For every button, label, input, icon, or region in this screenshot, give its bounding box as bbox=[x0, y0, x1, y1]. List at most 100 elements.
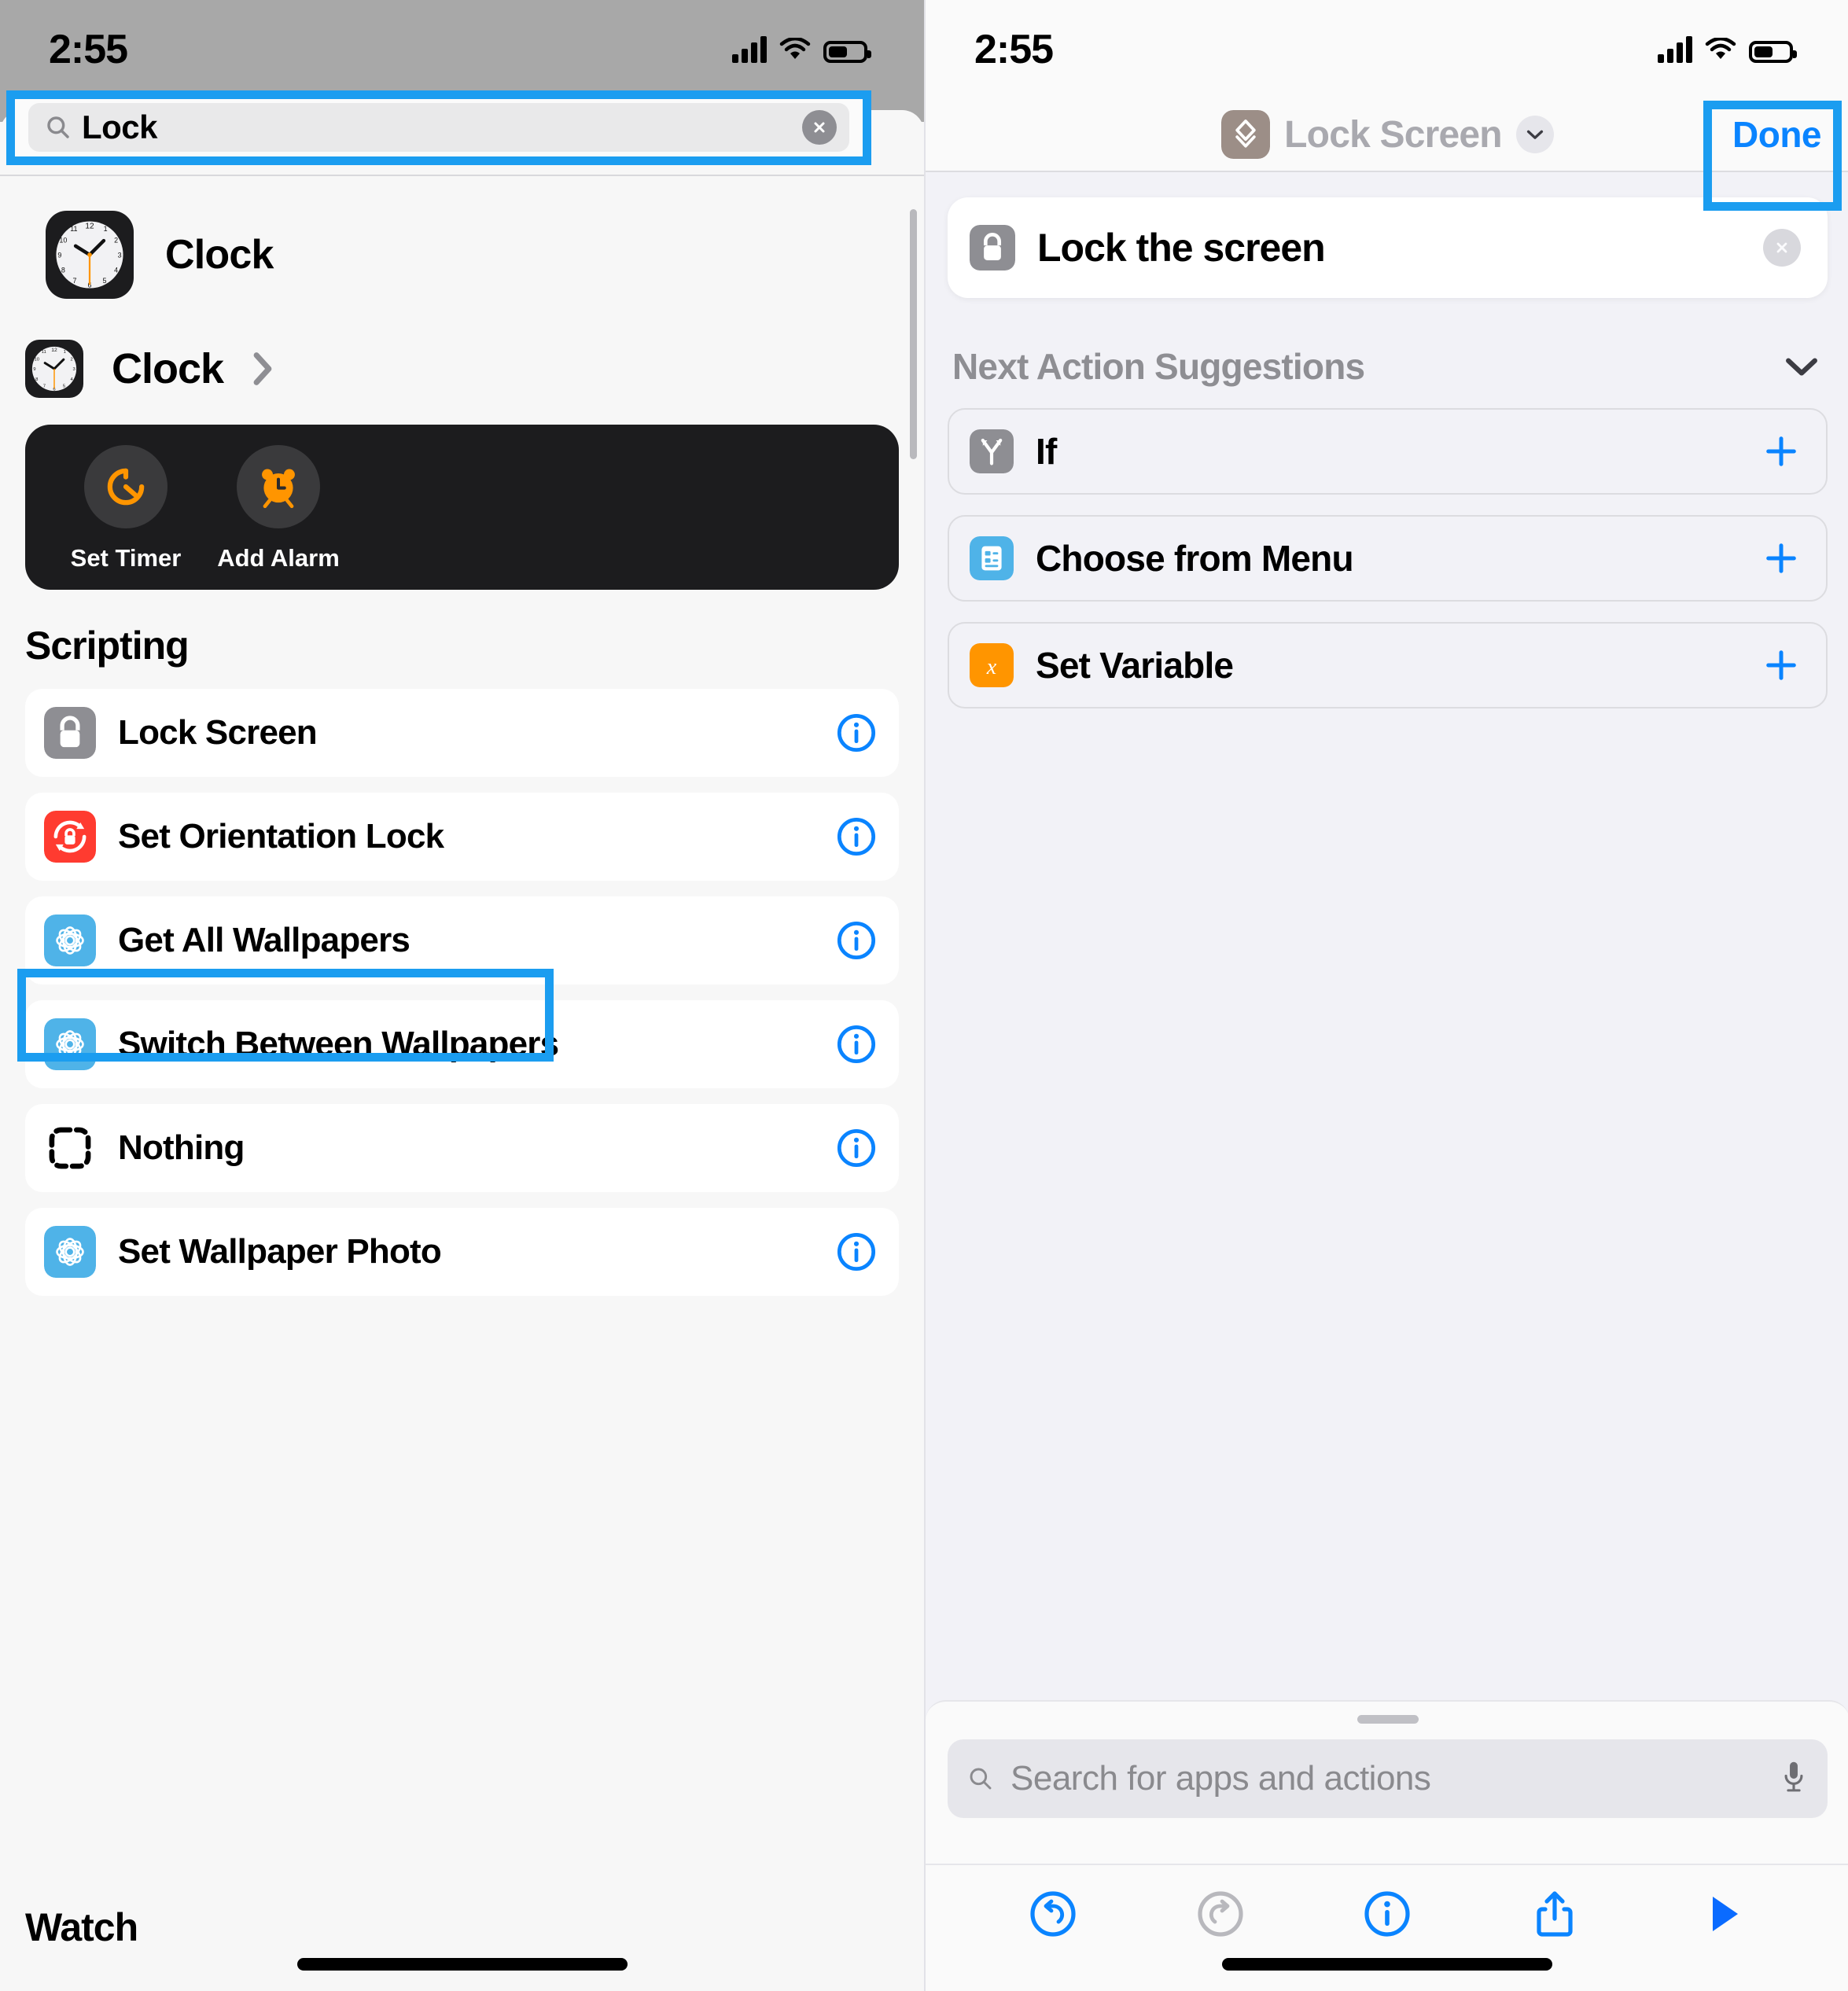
status-icons bbox=[1658, 35, 1797, 63]
list-item-get-all-wallpapers[interactable]: Get All Wallpapers bbox=[25, 896, 899, 984]
play-icon[interactable] bbox=[1697, 1889, 1747, 1939]
wifi-icon bbox=[1705, 37, 1736, 59]
quick-action-label: Add Alarm bbox=[217, 544, 340, 572]
search-results-list: 12 11 10 9 8 7 6 5 4 3 2 1 Clock 12 11 1… bbox=[0, 176, 924, 1991]
library-search-input[interactable]: Search for apps and actions bbox=[948, 1739, 1828, 1818]
shortcut-title: Lock Screen bbox=[1284, 113, 1502, 156]
next-action-suggestions-header[interactable]: Next Action Suggestions bbox=[926, 298, 1848, 388]
list-item-nothing[interactable]: Nothing bbox=[25, 1104, 899, 1192]
clock-app-icon: 12 11 10 9 8 7 6 5 4 3 2 1 bbox=[46, 211, 134, 299]
svg-text:10: 10 bbox=[59, 236, 67, 244]
alarm-clock-icon bbox=[262, 469, 295, 509]
editor-toolbar bbox=[926, 1864, 1848, 1991]
left-phone-screen: 2:55 Lock 12 11 10 9 8 7 6 5 4 3 2 1 Clo… bbox=[0, 0, 924, 1991]
app-search-result[interactable]: 12 11 10 9 8 7 6 5 4 3 2 1 Clock bbox=[0, 176, 924, 299]
branch-icon bbox=[970, 429, 1014, 473]
info-circle-icon[interactable] bbox=[836, 1128, 877, 1168]
list-item-label: Get All Wallpapers bbox=[118, 921, 410, 959]
share-icon[interactable] bbox=[1530, 1889, 1580, 1939]
wifi-icon bbox=[779, 37, 811, 59]
home-indicator bbox=[1221, 1958, 1552, 1971]
svg-text:12: 12 bbox=[51, 348, 57, 353]
svg-text:9: 9 bbox=[33, 367, 35, 372]
quick-action-icon-bg bbox=[237, 445, 320, 528]
cellular-bars-icon bbox=[732, 35, 767, 63]
navigation-bar: Lock Screen Done bbox=[926, 98, 1848, 171]
action-card-lock-the-screen[interactable]: Lock the screen bbox=[948, 197, 1828, 298]
lock-icon bbox=[44, 707, 96, 759]
battery-icon bbox=[1749, 40, 1797, 63]
quick-action-add-alarm[interactable]: Add Alarm bbox=[217, 445, 340, 572]
info-circle-icon[interactable] bbox=[1362, 1889, 1412, 1939]
suggestion-row-if[interactable]: If bbox=[948, 408, 1828, 495]
svg-text:4: 4 bbox=[114, 266, 118, 274]
plus-icon[interactable] bbox=[1763, 647, 1799, 683]
right-phone-screen: 2:55 Lock Screen Done Lock the screen Ne… bbox=[924, 0, 1848, 1991]
section-title-scripting: Scripting bbox=[25, 624, 190, 668]
shortcut-title-group[interactable]: Lock Screen bbox=[1221, 110, 1554, 159]
info-circle-icon[interactable] bbox=[836, 920, 877, 961]
list-item-label: Set Orientation Lock bbox=[118, 817, 444, 856]
dashed-square-icon bbox=[49, 1127, 91, 1169]
app-category-header[interactable]: 12 11 10 9 8 7 6 5 4 3 2 1 Clock bbox=[0, 299, 924, 398]
library-search-placeholder: Search for apps and actions bbox=[1011, 1759, 1431, 1798]
battery-icon bbox=[823, 40, 871, 63]
svg-text:7: 7 bbox=[72, 277, 76, 285]
redo-icon bbox=[1198, 1891, 1243, 1937]
svg-text:1: 1 bbox=[104, 225, 108, 233]
svg-text:5: 5 bbox=[103, 277, 107, 285]
list-item-set-wallpaper-photo[interactable]: Set Wallpaper Photo bbox=[25, 1208, 899, 1296]
info-circle-icon[interactable] bbox=[836, 816, 877, 857]
search-input-value: Lock bbox=[82, 109, 158, 145]
clear-search-button[interactable] bbox=[802, 110, 837, 145]
clock-app-icon: 12 11 10 9 8 7 6 5 4 3 2 1 bbox=[25, 340, 83, 398]
info-circle-icon[interactable] bbox=[836, 712, 877, 753]
svg-text:7: 7 bbox=[43, 385, 46, 389]
variable-x-icon: x bbox=[970, 643, 1014, 687]
plus-icon[interactable] bbox=[1763, 540, 1799, 576]
chevron-down-icon bbox=[1526, 130, 1543, 139]
list-item-set-orientation-lock[interactable]: Set Orientation Lock bbox=[25, 793, 899, 881]
section-title-watch: Watch bbox=[25, 1905, 138, 1949]
status-time: 2:55 bbox=[974, 26, 1054, 72]
shortcut-stack-icon bbox=[1221, 110, 1271, 159]
home-indicator bbox=[296, 1958, 628, 1971]
quick-action-set-timer[interactable]: Set Timer bbox=[66, 445, 186, 572]
suggestion-row-choose-from-menu[interactable]: Choose from Menu bbox=[948, 515, 1828, 602]
svg-text:2: 2 bbox=[71, 358, 73, 363]
remove-action-button[interactable] bbox=[1763, 229, 1801, 267]
dual-screenshot-container: 2:55 Lock 12 11 10 9 8 7 6 5 4 3 2 1 Clo… bbox=[0, 0, 1848, 1991]
status-bar-right: 2:55 bbox=[926, 0, 1848, 98]
suggestion-label: If bbox=[1036, 431, 1057, 472]
wallpaper-flower-icon bbox=[44, 1226, 96, 1278]
suggestions-title: Next Action Suggestions bbox=[952, 346, 1365, 387]
svg-text:x: x bbox=[986, 655, 997, 679]
plus-icon[interactable] bbox=[1763, 433, 1799, 469]
quick-action-icon-bg bbox=[84, 445, 167, 528]
action-library-sheet: Search for apps and actions bbox=[926, 1700, 1848, 1864]
svg-text:1: 1 bbox=[64, 350, 66, 355]
sheet-grabber[interactable] bbox=[1357, 1715, 1419, 1724]
status-icons bbox=[732, 35, 871, 63]
svg-text:9: 9 bbox=[57, 251, 61, 259]
info-circle-icon[interactable] bbox=[836, 1024, 877, 1065]
search-input[interactable]: Lock bbox=[28, 103, 849, 152]
undo-icon[interactable] bbox=[1028, 1889, 1078, 1939]
suggestion-row-set-variable[interactable]: x Set Variable bbox=[948, 622, 1828, 708]
chevron-down-icon[interactable] bbox=[1785, 356, 1818, 377]
info-circle-icon[interactable] bbox=[836, 1231, 877, 1272]
svg-text:2: 2 bbox=[114, 236, 118, 244]
lock-icon bbox=[970, 225, 1015, 270]
action-label: Lock the screen bbox=[1037, 226, 1326, 270]
list-item-switch-between-wallpapers[interactable]: Switch Between Wallpapers bbox=[25, 1000, 899, 1088]
scrollbar[interactable] bbox=[910, 209, 917, 459]
app-result-label: Clock bbox=[165, 232, 274, 278]
clear-circle-icon bbox=[814, 122, 825, 133]
shortcut-menu-button[interactable] bbox=[1515, 116, 1554, 153]
microphone-icon[interactable] bbox=[1780, 1759, 1807, 1798]
svg-text:11: 11 bbox=[70, 225, 77, 233]
section-title-watch-container: Watch bbox=[0, 1898, 924, 1991]
done-button[interactable]: Done bbox=[1732, 113, 1822, 156]
search-icon bbox=[970, 1768, 992, 1790]
list-item-lock-screen[interactable]: Lock Screen bbox=[25, 689, 899, 777]
